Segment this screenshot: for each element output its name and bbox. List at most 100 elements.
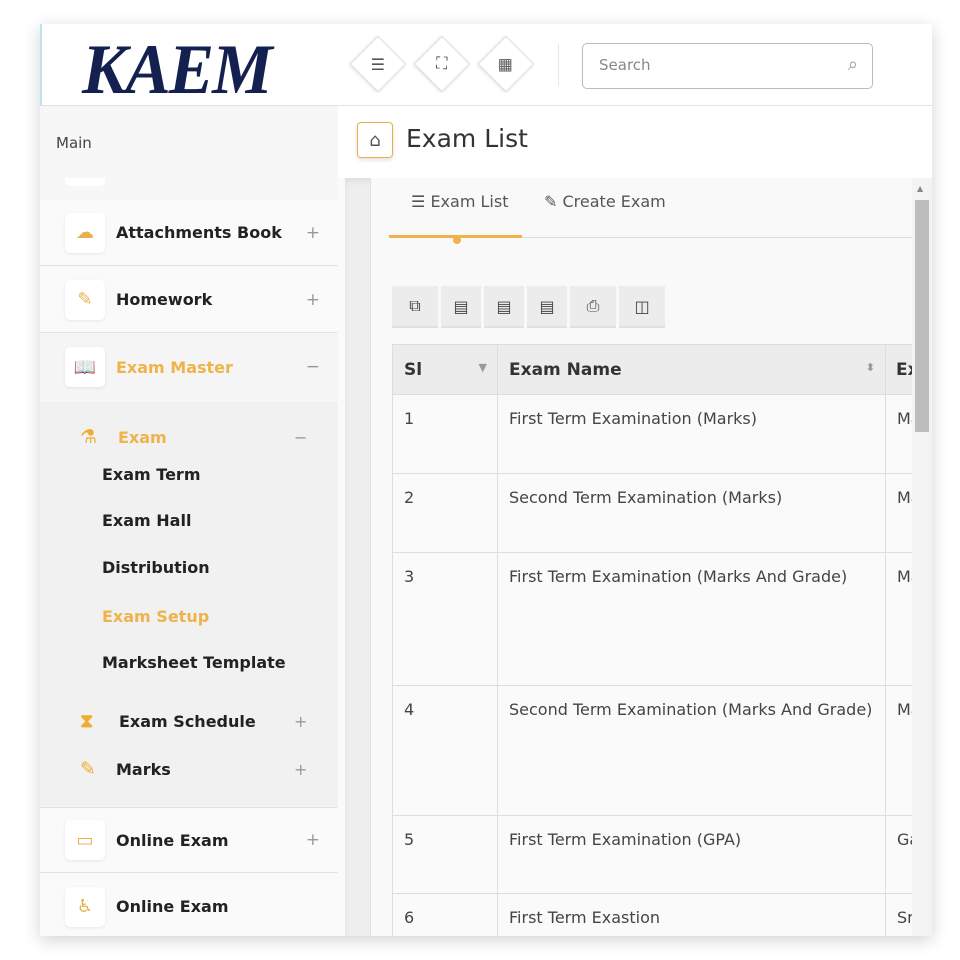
submenu-label: Exam Setup: [102, 606, 210, 626]
exam-master-submenu: ⚗ Exam − Exam Term Exam Hall Distribution …: [40, 402, 338, 806]
search-input[interactable]: [599, 56, 819, 74]
search-icon[interactable]: ⌕: [848, 54, 858, 75]
submenu-label: Marksheet Template: [102, 652, 286, 672]
cell-ex: Ma: [885, 473, 912, 553]
table-row[interactable]: 6First Term ExastionSr: [392, 893, 912, 936]
tab-exam-list[interactable]: ☰ Exam List: [388, 192, 523, 244]
submenu-marks[interactable]: ✎ Marks +: [40, 756, 338, 782]
cell-exam-name: First Term Examination (Marks And Grade): [497, 552, 886, 686]
csv-button[interactable]: ▤: [484, 286, 524, 328]
table-row[interactable]: 4 Second Term Examination (Marks And Grad…: [392, 685, 912, 816]
sidebar-item-label: Attachments Book: [116, 223, 282, 242]
list-icon: ☰: [411, 192, 431, 211]
table-row[interactable]: 3 First Term Examination (Marks And Grade…: [392, 552, 912, 686]
apps-grid-button[interactable]: ▦: [477, 35, 535, 93]
sidebar-item-homework[interactable]: ✎ Homework +: [40, 267, 338, 333]
submenu-exam-schedule[interactable]: ⧗ Exam Schedule +: [40, 708, 338, 734]
tab-label: Exam List: [430, 192, 509, 211]
column-label: Exam Name: [509, 359, 622, 380]
book-icon: 📖: [65, 347, 105, 387]
divider: [558, 44, 559, 86]
exam-table: Sl▼ Exam Name⬍ Ex 1First Term Examinatio…: [392, 344, 912, 936]
column-label: Sl: [404, 359, 423, 380]
column-header-exam-name[interactable]: Exam Name ⬍: [497, 344, 886, 395]
cell-ex: Ma: [885, 552, 912, 686]
top-header: KAEM ☰ ⛶ ▦ ⌕: [40, 24, 932, 109]
submenu-exam[interactable]: ⚗ Exam −: [40, 424, 338, 450]
sidebar-item-exam-master[interactable]: 📖 Exam Master −: [40, 334, 338, 400]
submenu-label: Exam Term: [102, 464, 201, 484]
tab-bar: ☰ Exam List ✎ Create Exam: [388, 178, 912, 244]
cell-sl: 3: [392, 552, 498, 686]
home-icon: ⌂: [369, 129, 381, 151]
vertical-scrollbar[interactable]: ▲: [912, 178, 932, 936]
partial-item-icon: [65, 178, 105, 186]
table-row[interactable]: 2Second Term Examination (Marks)Ma: [392, 473, 912, 553]
cell-sl: 2: [392, 473, 498, 553]
page-title: Exam List: [406, 124, 528, 153]
column-header-ex[interactable]: Ex: [885, 344, 912, 395]
marker-icon: ✎: [80, 758, 96, 780]
pdf-button[interactable]: ▤: [527, 286, 567, 328]
column-header-sl[interactable]: Sl ▼: [392, 344, 498, 395]
submenu-label: Marks: [116, 759, 171, 779]
app-window: KAEM ☰ ⛶ ▦ ⌕ Main ☁ Attachments Book + ✎ Ho…: [40, 24, 932, 936]
print-button[interactable]: ⎙: [570, 286, 616, 328]
cell-ex: Sr: [885, 893, 912, 936]
submenu-label: Exam: [118, 427, 167, 447]
copy-button[interactable]: ⧉: [392, 286, 438, 328]
cell-ex: Ma: [885, 394, 912, 474]
cell-sl: 1: [392, 394, 498, 474]
copy-icon: ⧉: [409, 296, 421, 315]
cell-exam-name: First Term Exastion: [497, 893, 886, 936]
monitor-icon: ▭: [65, 820, 105, 860]
sidebar-item-label: Online Exam: [116, 830, 229, 850]
submenu-label: Exam Hall: [102, 510, 192, 530]
sort-icon: ⬍: [865, 361, 875, 374]
menu-toggle-button[interactable]: ☰: [349, 35, 407, 93]
cloud-upload-icon: ☁: [65, 212, 105, 253]
exam-card: ☰ Exam List ✎ Create Exam ⧉ ▤ ▤ ▤ ⎙ ◫ Sl…: [370, 178, 912, 936]
expand-icon: +: [294, 759, 308, 779]
cell-sl: 5: [392, 815, 498, 894]
cell-ex: Ma: [885, 685, 912, 816]
sidebar-item-label: Exam Master: [116, 357, 233, 377]
search-box: ⌕: [582, 43, 873, 89]
column-visibility-button[interactable]: ◫: [619, 286, 665, 328]
scrollbar-thumb[interactable]: [915, 200, 929, 432]
export-toolbar: ⧉ ▤ ▤ ▤ ⎙ ◫: [392, 286, 665, 328]
flask-icon: ⚗: [80, 426, 98, 448]
home-button[interactable]: ⌂: [357, 122, 393, 158]
cell-exam-name: Second Term Examination (Marks And Grade…: [497, 685, 886, 816]
tab-label: Create Exam: [562, 192, 666, 211]
sidebar-item-online-exam[interactable]: ▭ Online Exam +: [40, 807, 338, 873]
collapse-icon: −: [305, 357, 320, 377]
csv-file-icon: ▤: [496, 296, 512, 316]
sidebar: Main ☁ Attachments Book + ✎ Homework + 📖 Exam…: [40, 106, 338, 936]
scroll-up-icon[interactable]: ▲: [917, 184, 923, 193]
sidebar-item-online-exam-2[interactable]: ♿ Online Exam: [40, 874, 338, 936]
fullscreen-button[interactable]: ⛶: [413, 35, 471, 93]
sidebar-section-label: Main: [56, 134, 92, 152]
cell-ex: Ga: [885, 815, 912, 894]
cell-sl: 6: [392, 893, 498, 936]
edit-icon: ✎: [65, 279, 105, 320]
collapse-icon: −: [294, 427, 308, 447]
table-row[interactable]: 1First Term Examination (Marks)Ma: [392, 394, 912, 474]
content-area: ☰ Exam List ✎ Create Exam ⧉ ▤ ▤ ▤ ⎙ ◫ Sl…: [345, 178, 932, 936]
cell-exam-name: Second Term Examination (Marks): [497, 473, 886, 553]
sidebar-item-label: Online Exam: [116, 897, 229, 916]
grid-icon: ▦: [498, 54, 514, 74]
expand-icon: +: [305, 222, 320, 243]
expand-icon: +: [294, 711, 308, 731]
submenu-label: Distribution: [102, 557, 210, 577]
chair-icon: ♿: [65, 886, 105, 927]
table-row[interactable]: 5First Term Examination (GPA)Ga: [392, 815, 912, 894]
sidebar-item-attachments-book[interactable]: ☁ Attachments Book +: [40, 200, 338, 266]
tab-create-exam[interactable]: ✎ Create Exam: [544, 192, 666, 211]
pdf-file-icon: ▤: [539, 296, 555, 316]
sidebar-item-label: Homework: [116, 290, 213, 309]
excel-button[interactable]: ▤: [441, 286, 481, 328]
page-title-bar: ⌂ Exam List: [338, 106, 932, 178]
cell-sl: 4: [392, 685, 498, 816]
